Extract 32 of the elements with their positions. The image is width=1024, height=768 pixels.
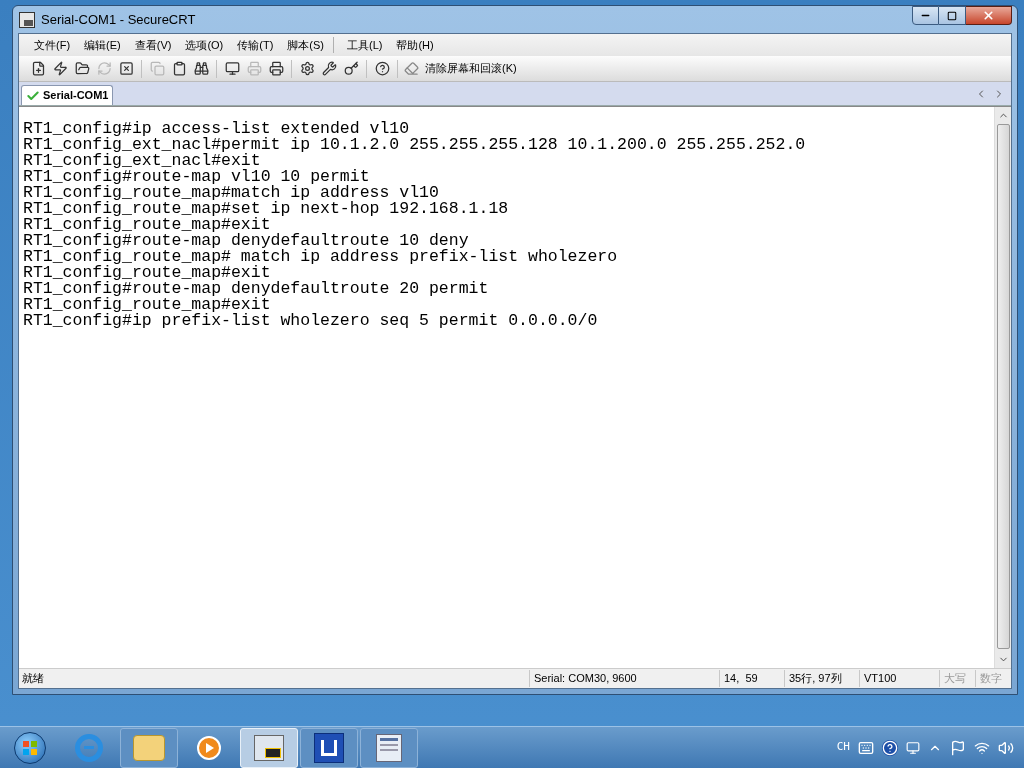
menu-item[interactable]: 传输(T) [232,36,279,54]
menu-item[interactable]: 选项(O) [180,36,229,54]
window-title: Serial-COM1 - SecureCRT [41,10,196,29]
status-field: Serial: COM30, 9600 [529,670,719,687]
status-field: VT100 [859,670,939,687]
status-field: 大写 [939,670,975,687]
menu-item[interactable]: 查看(V) [129,36,177,54]
terminal-line: RT1_config#route-map denydefaultroute 10 deny [23,233,469,249]
session-tab[interactable]: Serial-COM1 [21,85,114,105]
terminal-line: RT1_config_route_map# match ip address prefix-list wholezero [23,249,618,265]
terminal-line: RT1_config_route_map#exit [23,265,271,281]
status-field: 35行, 97列 [784,670,859,687]
terminal-line: RT1_config_route_map#match ip address vl10 [23,185,439,201]
status-field: 14, 59 [719,670,784,687]
terminal-line: RT1_config_ext_nacl#exit [23,153,261,169]
terminal-line: RT1_config#route-map denydefaultroute 20 permit [23,281,489,297]
terminal-line: RT1_config#ip prefix-list wholezero seq 5 permit 0.0.0.0/0 [23,313,598,329]
menu-item[interactable]: 文件(F) [29,36,76,54]
terminal-line: RT1_config#ip access-list extended vl10 [23,121,410,137]
clear-screen-button[interactable]: 清除屏幕和回滚(K) [402,60,519,77]
terminal-line: RT1_config_ext_nacl#permit ip 10.1.2.0 255.255.255.128 10.1.200.0 255.255.252.0 [23,137,806,153]
terminal-line: RT1_config#route-map vl10 10 permit [23,169,370,185]
menu-item[interactable]: 帮助(H) [391,36,439,54]
terminal-line: RT1_config_route_map#exit [23,217,271,233]
language-indicator[interactable]: CH [836,739,850,756]
menu-item[interactable]: 脚本(S) [282,36,329,54]
terminal-line: RT1_config_route_map#exit [23,297,271,313]
menu-item[interactable]: 工具(L) [342,36,388,54]
status-field: 数字 [975,670,1011,687]
menu-item[interactable]: 编辑(E) [79,36,126,54]
terminal-line: RT1_config_route_map#set ip next-hop 192.168.1.18 [23,201,509,217]
status-message: 就绪 [21,671,45,687]
